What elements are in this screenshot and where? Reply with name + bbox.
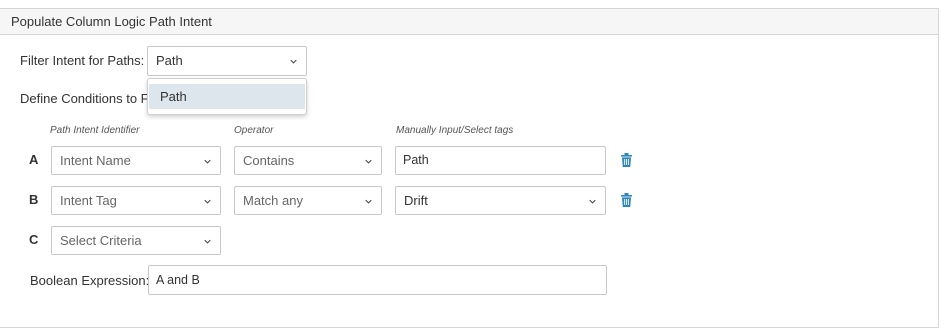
condition-letter-b: B (29, 192, 39, 207)
filter-intent-value: Path (156, 53, 183, 68)
identifier-select-b[interactable]: Intent Tag (51, 186, 221, 215)
dropdown-option-path[interactable]: Path (149, 84, 305, 109)
boolean-expression-input[interactable]: A and B (148, 265, 607, 295)
chevron-down-icon (365, 199, 372, 204)
filter-intent-select[interactable]: Path (147, 46, 307, 76)
trash-icon[interactable] (621, 153, 632, 167)
column-header-tags: Manually Input/Select tags (396, 125, 514, 136)
chevron-down-icon (204, 159, 211, 164)
tags-input-a[interactable]: Path (395, 146, 606, 175)
column-header-identifier: Path Intent Identifier (50, 125, 140, 136)
condition-letter-a: A (29, 152, 39, 167)
column-header-operator: Operator (234, 125, 274, 136)
operator-select-b[interactable]: Match any (234, 186, 382, 215)
trash-icon[interactable] (621, 193, 632, 207)
define-conditions-label: Define Conditions to Fi (20, 91, 152, 106)
operator-select-a[interactable]: Contains (234, 146, 382, 175)
operator-value-b: Match any (243, 193, 303, 208)
identifier-value-b: Intent Tag (60, 193, 117, 208)
identifier-select-a[interactable]: Intent Name (51, 146, 221, 175)
panel-title: Populate Column Logic Path Intent (0, 9, 938, 35)
tags-select-b[interactable]: Drift (395, 186, 606, 215)
chevron-down-icon (204, 199, 211, 204)
identifier-select-c[interactable]: Select Criteria (51, 226, 221, 255)
filter-intent-label: Filter Intent for Paths: (20, 53, 145, 68)
identifier-value-c: Select Criteria (60, 233, 142, 248)
chevron-down-icon (589, 199, 596, 204)
filter-intent-dropdown: Path (147, 78, 307, 115)
tags-value-b: Drift (404, 193, 428, 208)
boolean-expression-label: Boolean Expression: (30, 273, 150, 288)
chevron-down-icon (365, 159, 372, 164)
chevron-down-icon (290, 59, 297, 64)
identifier-value-a: Intent Name (60, 153, 131, 168)
boolean-expression-value: A and B (156, 273, 200, 287)
operator-value-a: Contains (243, 153, 295, 168)
chevron-down-icon (204, 239, 211, 244)
tags-value-a: Path (403, 153, 429, 167)
condition-letter-c: C (29, 232, 39, 247)
